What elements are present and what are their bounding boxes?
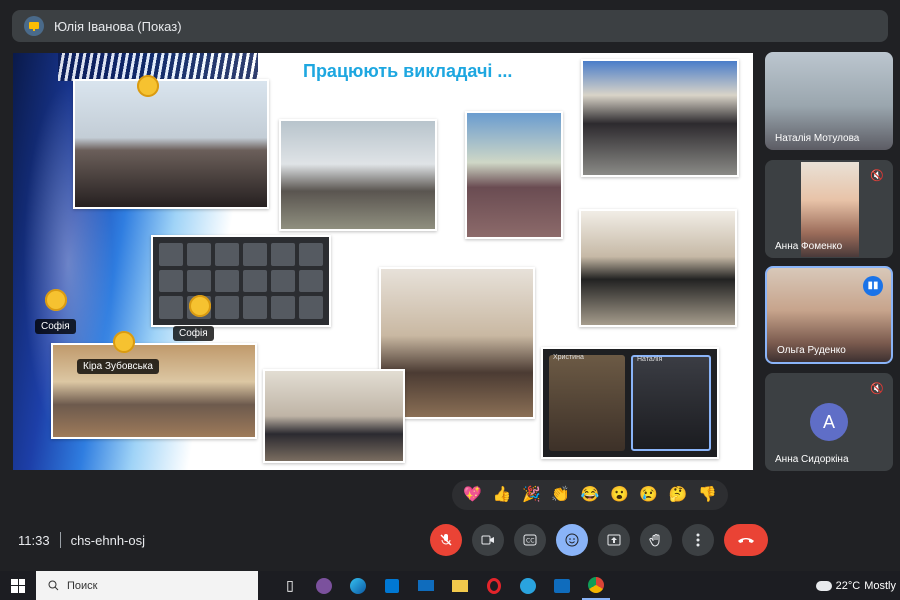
windows-icon <box>11 578 25 593</box>
mic-off-icon <box>440 534 452 546</box>
photo-meeting-room <box>579 209 737 327</box>
weather-icon[interactable] <box>815 580 832 591</box>
presentation-icon <box>24 16 44 36</box>
name-chip: Кіра Зубовська <box>77 359 159 374</box>
start-button[interactable] <box>0 571 36 600</box>
task-view-icon[interactable]: ▯ <box>276 571 304 600</box>
captions-button[interactable]: CC <box>514 524 546 556</box>
leave-call-button[interactable] <box>724 524 768 556</box>
present-icon <box>607 534 621 546</box>
viber-icon[interactable] <box>310 571 338 600</box>
name-chip: Софія <box>173 326 214 341</box>
reaction-sad[interactable]: 😢 <box>639 480 658 510</box>
photo-building <box>279 119 437 231</box>
reaction-clap[interactable]: 👏 <box>551 480 570 510</box>
avatar: A <box>810 403 848 441</box>
taskbar-search[interactable]: Поиск <box>36 571 258 600</box>
more-options-button[interactable] <box>682 524 714 556</box>
reaction-surprised[interactable]: 😮 <box>610 480 629 510</box>
participant-tile[interactable]: 🔇 A Анна Сидоркіна <box>765 373 893 471</box>
meeting-info: 11:33 chs-ehnh-osj <box>18 532 145 548</box>
participant-tile[interactable]: Наталія Мотулова <box>765 52 893 150</box>
meeting-code: chs-ehnh-osj <box>70 532 146 548</box>
file-explorer-icon[interactable] <box>446 571 474 600</box>
speaking-icon: ▮▮ <box>863 276 883 296</box>
svg-text:CC: CC <box>526 538 534 545</box>
emoji-button[interactable] <box>556 524 588 556</box>
windows-taskbar: Поиск ▯ 22°C Mostly <box>0 571 900 600</box>
reaction-heart[interactable]: 💖 <box>463 480 482 510</box>
divider <box>59 532 61 548</box>
reaction-thumbs-down[interactable]: 👎 <box>698 480 717 510</box>
mic-off-icon: 🔇 <box>870 170 884 182</box>
weather-text: Mostly <box>864 579 896 592</box>
photo-group-hall <box>263 369 405 463</box>
hand-icon <box>649 534 660 547</box>
phone-hangup-icon <box>738 538 754 543</box>
participant-name: Анна Фоменко <box>775 241 843 252</box>
raised-hand-icon <box>113 331 135 353</box>
more-vert-icon <box>696 533 700 547</box>
present-button[interactable] <box>598 524 630 556</box>
slide-stripes <box>58 53 258 81</box>
raised-hand-icon <box>137 75 159 97</box>
edge-icon[interactable] <box>344 571 372 600</box>
search-placeholder: Поиск <box>67 579 98 592</box>
name-chip: Софія <box>35 319 76 334</box>
participant-name: Ольга Руденко <box>777 345 846 356</box>
photo-video-call: Христина Наталія <box>541 347 719 459</box>
opera-icon[interactable] <box>480 571 508 600</box>
participant-tile[interactable]: 🔇 Анна Фоменко <box>765 160 893 258</box>
call-tile: Наталія <box>631 355 711 451</box>
presentation-bar: Юлія Іванова (Показ) <box>12 10 888 42</box>
camera-icon <box>481 535 494 545</box>
mic-off-icon: 🔇 <box>870 383 884 395</box>
presentation-slide: Працюють викладачі ... Христина Наталія … <box>13 53 753 470</box>
raised-hand-icon <box>189 295 211 317</box>
smile-icon <box>565 533 579 547</box>
reaction-thinking[interactable]: 🤔 <box>669 480 688 510</box>
participant-name: Анна Сидоркіна <box>775 454 849 465</box>
mic-toggle-button[interactable] <box>430 524 462 556</box>
photo-video-grid <box>151 235 331 327</box>
photo-award <box>465 111 563 239</box>
reaction-bar: 💖 👍 🎉 👏 😂 😮 😢 🤔 👎 <box>452 480 728 510</box>
camera-toggle-button[interactable] <box>472 524 504 556</box>
meeting-time: 11:33 <box>18 532 50 548</box>
photo-students-outdoor <box>581 59 739 177</box>
captions-icon: CC <box>523 534 537 546</box>
telegram-icon[interactable] <box>514 571 542 600</box>
participant-tile[interactable]: ▮▮ Ольга Руденко <box>765 266 893 364</box>
reaction-laugh[interactable]: 😂 <box>581 480 600 510</box>
system-tray: 22°C Mostly <box>815 571 896 600</box>
taskbar-apps: ▯ <box>276 571 610 600</box>
meeting-controls: CC <box>430 524 768 556</box>
chrome-icon[interactable] <box>582 571 610 600</box>
slide-title: Працюють викладачі ... <box>303 61 513 81</box>
mail-icon[interactable] <box>412 571 440 600</box>
weather-temp: 22°C <box>835 579 861 592</box>
raised-hand-icon <box>45 289 67 311</box>
raise-hand-button[interactable] <box>640 524 672 556</box>
outlook-icon[interactable] <box>548 571 576 600</box>
search-icon <box>48 580 59 591</box>
presenter-title: Юлія Іванова (Показ) <box>54 18 182 34</box>
reaction-party[interactable]: 🎉 <box>522 480 541 510</box>
participant-name: Наталія Мотулова <box>775 133 860 144</box>
call-tile: Христина <box>549 354 625 451</box>
store-icon[interactable] <box>378 571 406 600</box>
reaction-thumbs-up[interactable]: 👍 <box>493 480 512 510</box>
photo-classroom <box>51 343 257 439</box>
photo-group-classroom <box>73 79 269 209</box>
